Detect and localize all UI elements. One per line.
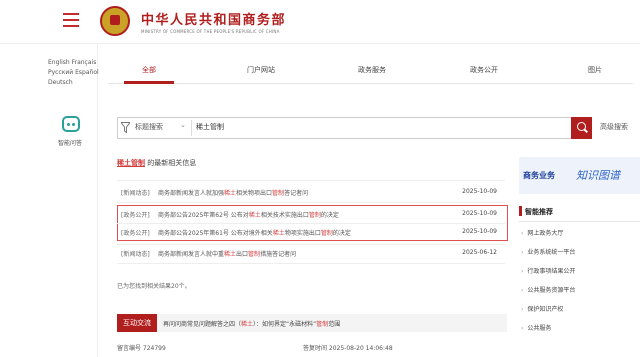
results-count: 已为您找到相关结果20个。 [117,283,191,290]
language-links: English Français Русский Español Deutsch [48,58,99,88]
banner-script-text: 知识图谱 [576,169,620,182]
divider [117,180,505,181]
recommend-item[interactable]: › 行政事项结果公开 [521,266,575,275]
result-row[interactable]: [新闻动态] 商务部新闻发言人就加强稀土相关物项出口管制答记者问 2025-10… [117,185,505,199]
lang-link-russian[interactable]: Русский [48,69,73,76]
message-number: 留言编号 724799 [117,345,166,352]
result-category-tag: [新闻动态] [121,190,150,197]
interaction-label: 互动交流 [117,314,157,332]
divider [117,263,505,264]
recommend-item[interactable]: › 保护知识产权 [521,304,563,313]
tab-gov-affairs[interactable]: 政务公开 [470,65,498,75]
tab-all[interactable]: 全部 [142,65,156,75]
active-tab-indicator [124,81,174,84]
search-input[interactable]: 稀土管制 [196,122,224,132]
arrow-right-icon: › [521,230,524,237]
advanced-search-link[interactable]: 高级搜索 [600,122,628,132]
interaction-title[interactable]: 再问问商常见问题解答之四（稀土）：如何界定“永磁材料”管制范围 [163,319,340,328]
divider [117,244,505,245]
result-category-tag: [政务公开] [121,230,150,237]
recommend-item[interactable]: › 业务系统统一平台 [521,247,575,256]
ai-assistant-label[interactable]: 智能问答 [58,138,82,147]
recommend-marker [519,206,522,216]
lang-link-espanol[interactable]: Español [75,69,99,76]
tab-portal[interactable]: 门户网站 [247,65,275,75]
arrow-right-icon: › [521,306,524,313]
search-type-select[interactable]: 标题搜索 [135,122,163,132]
result-row[interactable]: [新闻动态] 商务部新闻发言人就中重稀土出口管制措施答记者问 2025-06-1… [117,246,505,260]
divider [117,202,505,203]
result-row[interactable]: [政务公开] 商务部公告2025年第61号 公布对境外相关稀土物项实施出口管制的… [117,225,505,239]
results-header-suffix: 的最新相关信息 [147,159,197,167]
arrow-right-icon: › [521,268,524,275]
results-header: 稀土管制 的最新相关信息 [117,158,196,168]
lang-link-francais[interactable]: Français [72,59,97,66]
lang-link-english[interactable]: English [48,59,70,66]
recommend-title: 智能推荐 [525,208,553,216]
page: 中华人民共和国商务部 MINISTRY OF COMMERCE OF THE P… [0,0,640,357]
recommend-item[interactable]: › 公共服务 [521,323,551,332]
arrow-right-icon: › [521,325,524,332]
site-title[interactable]: 中华人民共和国商务部 [141,9,286,28]
tab-gov-services[interactable]: 政务服务 [358,65,386,75]
knowledge-graph-banner[interactable]: 商务业务 知识图谱 [519,157,640,194]
result-title[interactable]: 商务部公告2025年第61号 公布对境外相关稀土物项实施出口管制的决定 [158,228,351,237]
result-date: 2025-10-09 [462,188,497,195]
national-emblem-icon [100,6,130,36]
result-date: 2025-10-09 [462,210,497,217]
lang-link-deutsch[interactable]: Deutsch [48,79,73,86]
result-row[interactable]: [政务公开] 商务部公告2025年第62号 公布对稀土相关技术实施出口管制的决定… [117,207,505,221]
result-category-tag: [新闻动态] [121,251,150,258]
filter-icon[interactable] [121,122,130,133]
result-date: 2025-06-12 [462,249,497,256]
reply-time: 答复时间 2025-08-20 14:06:48 [303,345,393,352]
result-title[interactable]: 商务部新闻发言人就加强稀土相关物项出口管制答记者问 [158,188,308,197]
menu-icon[interactable] [63,13,79,27]
result-title[interactable]: 商务部公告2025年第62号 公布对稀土相关技术实施出口管制的决定 [158,210,339,219]
robot-icon[interactable] [62,116,80,132]
result-category-tag: [政务公开] [121,212,150,219]
arrow-right-icon: › [521,249,524,256]
site-title-english: MINISTRY OF COMMERCE OF THE PEOPLE'S REP… [141,29,280,34]
search-box [117,117,592,139]
tab-images[interactable]: 图片 [588,65,602,75]
arrow-right-icon: › [521,287,524,294]
recommend-item[interactable]: › 网上政务大厅 [521,228,563,237]
divider [117,223,505,224]
search-icon[interactable] [577,122,586,131]
category-tabs: 全部 门户网站 政务服务 政务公开 图片 [108,58,633,84]
search-divider [191,120,192,136]
results-keyword: 稀土管制 [117,159,145,167]
chevron-down-icon[interactable]: ⌄ [180,121,186,129]
divider [519,221,640,222]
left-sidebar [0,44,98,357]
top-bar: 中华人民共和国商务部 MINISTRY OF COMMERCE OF THE P… [0,0,640,44]
result-date: 2025-10-09 [462,228,497,235]
banner-text: 商务业务 [523,171,555,180]
result-title[interactable]: 商务部新闻发言人就中重稀土出口管制措施答记者问 [158,249,296,258]
recommend-item[interactable]: › 公共服务资源平台 [521,285,575,294]
